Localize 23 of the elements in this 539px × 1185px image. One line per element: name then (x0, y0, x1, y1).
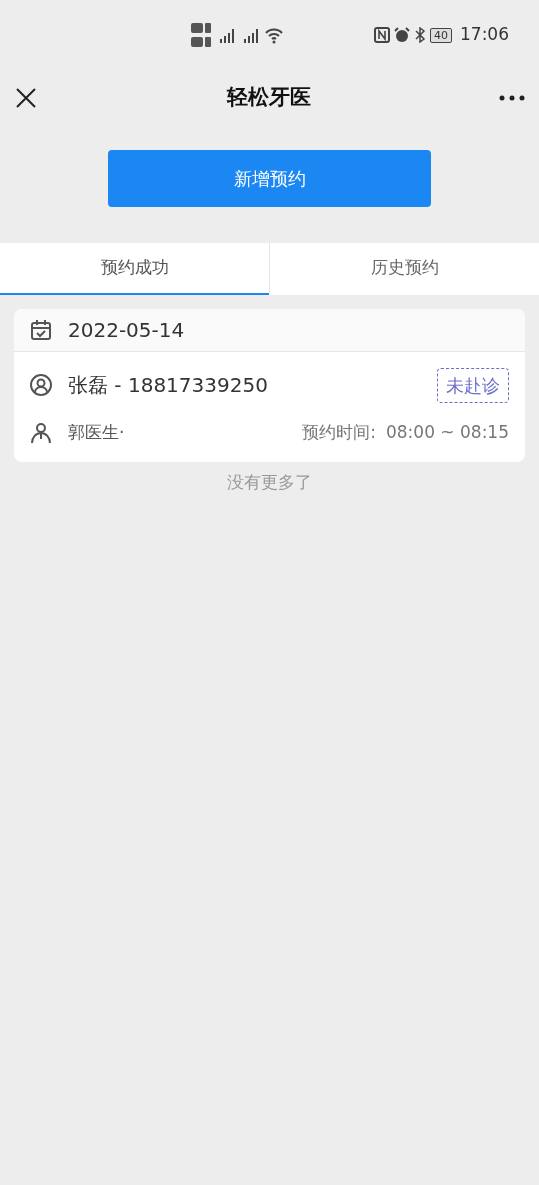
close-icon (14, 86, 38, 110)
wifi-icon (264, 26, 284, 44)
doctor-icon (30, 422, 52, 444)
doctor-name: 郭医生· (68, 421, 126, 445)
appointment-time: 08:00 ~ 08:15 (385, 421, 509, 445)
status-tag: 未赴诊 (437, 367, 509, 403)
new-appointment-button[interactable]: 新增预约 (108, 150, 431, 207)
tab[interactable]: 预约成功 (0, 243, 269, 295)
user-icon (30, 374, 52, 396)
appointment-date: 2022-05-14 (68, 317, 185, 344)
calendar-icon (30, 319, 52, 341)
more-icon (499, 95, 525, 101)
clock-time: 17:06 (460, 23, 509, 47)
patient-info: 张磊 - 18817339250 (68, 372, 269, 399)
app-title: 轻松牙医 (226, 84, 311, 112)
end-of-list-text: 没有更多了 (227, 472, 312, 492)
alarm-icon (394, 27, 410, 43)
sim-card-icon (190, 22, 212, 48)
nfc-icon (374, 27, 390, 43)
tab[interactable]: 历史预约 (269, 243, 539, 295)
battery-level: 40 (430, 27, 452, 43)
time-label: 预约时间: (302, 421, 376, 445)
bluetooth-icon (414, 27, 426, 43)
